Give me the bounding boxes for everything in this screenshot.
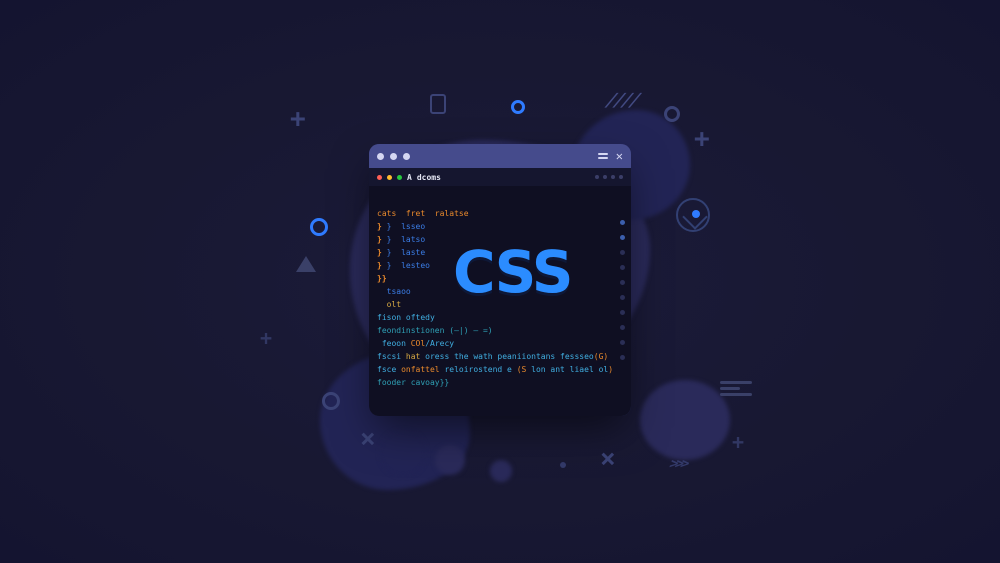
background-blob — [380, 430, 426, 476]
window-dot-icon[interactable] — [403, 153, 410, 160]
plus-icon: + — [694, 126, 710, 152]
tab-dot-icon — [397, 175, 402, 180]
tab-bar: A dcoms — [369, 168, 631, 186]
x-icon: × — [600, 446, 616, 472]
dot-icon — [692, 210, 700, 218]
scrollbar-markers — [620, 220, 625, 360]
menu-icon[interactable] — [598, 153, 608, 159]
tab-active[interactable]: A dcoms — [377, 173, 441, 182]
close-button[interactable]: ✕ — [616, 149, 623, 163]
background-blob — [490, 460, 512, 482]
window-titlebar[interactable]: ✕ — [369, 144, 631, 168]
circle-icon — [511, 100, 525, 114]
bars-icon — [720, 378, 754, 399]
window-dot-icon[interactable] — [390, 153, 397, 160]
dot-icon — [560, 462, 566, 468]
tab-prefix: A — [407, 173, 412, 182]
circle-icon — [310, 218, 328, 236]
editor-window: ✕ A dcoms cats fret ralatse } } lsseo } … — [369, 144, 631, 416]
x-icon: × — [360, 426, 376, 452]
square-icon — [430, 94, 446, 114]
tab-dot-icon — [377, 175, 382, 180]
plus-icon: + — [290, 106, 306, 132]
tab-overflow-dots[interactable] — [595, 175, 623, 179]
circle-icon — [322, 392, 340, 410]
css-logo: CSS — [453, 238, 572, 306]
background-blob — [640, 380, 730, 460]
chevrons-icon: >>> — [667, 456, 689, 472]
code-editor[interactable]: cats fret ralatse } } lsseo } } latso } … — [369, 186, 631, 416]
background-blob — [435, 445, 465, 475]
plus-icon: + — [732, 432, 744, 452]
circle-icon — [664, 106, 680, 122]
chevrons-icon: //// — [602, 90, 641, 111]
tab-dot-icon — [387, 175, 392, 180]
window-dot-icon[interactable] — [377, 153, 384, 160]
triangle-icon — [296, 256, 316, 272]
traffic-lights — [377, 153, 410, 160]
tab-label: dcoms — [417, 173, 441, 182]
plus-icon: + — [260, 328, 272, 348]
